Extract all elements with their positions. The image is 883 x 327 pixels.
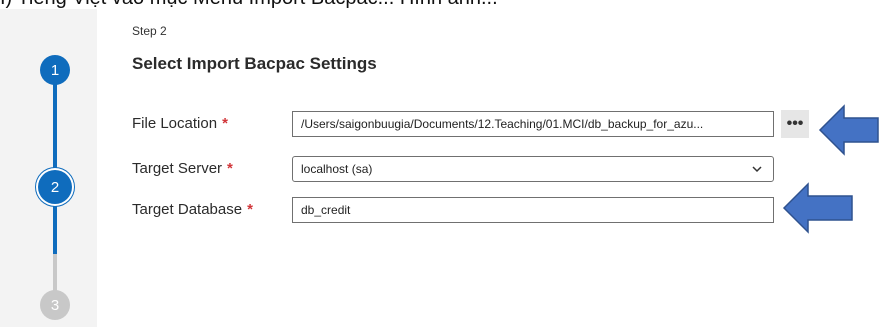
required-marker: * [222, 115, 228, 132]
target-server-label-text: Target Server [132, 160, 223, 177]
file-location-label-text: File Location [132, 115, 218, 132]
clipped-caption: I) Tiếng Việt vào mục Menu Import Bacpac… [0, 0, 498, 9]
step-3-indicator[interactable]: 3 [40, 290, 70, 320]
file-location-field[interactable]: /Users/saigonbuugia/Documents/12.Teachin… [292, 111, 774, 137]
step-2-indicator[interactable]: 2 [38, 170, 72, 204]
wizard-stepper: 1 2 3 [0, 9, 97, 327]
page-title: Select Import Bacpac Settings [132, 54, 377, 73]
clipped-caption-strip: I) Tiếng Việt vào mục Menu Import Bacpac… [0, 0, 883, 9]
browse-button[interactable]: ••• [781, 110, 809, 138]
step-1-number: 1 [50, 61, 60, 79]
more-icon: ••• [786, 115, 804, 132]
target-server-value: localhost (sa) [301, 162, 373, 176]
file-location-label: File Location * [132, 115, 228, 132]
step-2-number: 2 [50, 178, 60, 196]
stepper-rail-current [53, 204, 57, 254]
step-3-number: 3 [50, 296, 60, 314]
arrow-left-icon [782, 182, 853, 234]
chevron-down-icon [752, 166, 762, 173]
target-server-label: Target Server * [132, 160, 233, 177]
required-marker: * [247, 201, 253, 218]
stepper-rail-completed [53, 84, 57, 174]
step-label: Step 2 [132, 24, 167, 38]
required-marker: * [227, 160, 233, 177]
target-server-select[interactable]: localhost (sa) [292, 156, 774, 182]
arrow-left-icon [818, 104, 879, 156]
file-location-value: /Users/saigonbuugia/Documents/12.Teachin… [301, 117, 704, 131]
target-database-value: db_credit [301, 203, 351, 217]
target-database-label-text: Target Database [132, 201, 243, 218]
stepper-rail-pending [53, 254, 57, 294]
step-1-indicator[interactable]: 1 [40, 55, 70, 85]
target-database-field[interactable]: db_credit [292, 197, 774, 223]
target-database-label: Target Database * [132, 201, 253, 218]
